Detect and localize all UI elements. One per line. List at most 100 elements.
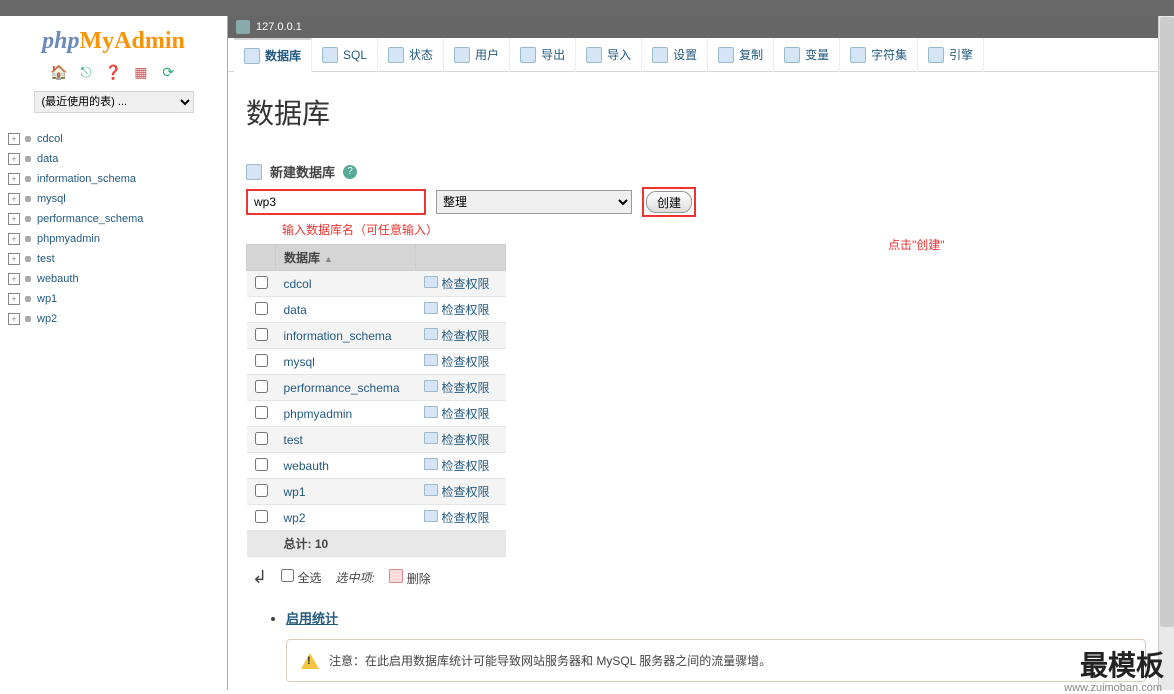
check-priv-link[interactable]: 检查权限 [416,427,506,453]
tree-db-test[interactable]: +test [8,249,227,269]
priv-icon [424,484,438,496]
expand-icon[interactable]: + [8,133,20,145]
priv-icon [424,510,438,522]
tab-SQL[interactable]: SQL [312,38,378,72]
db-link[interactable]: phpmyadmin [276,401,416,427]
table-row: wp1检查权限 [247,479,506,505]
enable-stats-link[interactable]: 启用统计 [286,611,338,626]
db-name-input[interactable] [246,189,426,215]
row-checkbox[interactable] [255,510,268,523]
db-link[interactable]: data [276,297,416,323]
check-all[interactable]: 全选 [281,569,321,586]
expand-icon[interactable]: + [8,153,20,165]
tab-用户[interactable]: 用户 [444,38,510,72]
reload-icon[interactable]: ⟳ [159,63,177,81]
expand-icon[interactable]: + [8,213,20,225]
expand-icon[interactable]: + [8,253,20,265]
db-link[interactable]: wp1 [276,479,416,505]
home-icon[interactable]: 🏠 [50,63,68,81]
check-priv-link[interactable]: 检查权限 [416,271,506,297]
row-checkbox[interactable] [255,302,268,315]
tab-状态[interactable]: 状态 [378,38,444,72]
check-priv-link[interactable]: 检查权限 [416,349,506,375]
tree-db-wp2[interactable]: +wp2 [8,309,227,329]
tree-db-mysql[interactable]: +mysql [8,189,227,209]
help-icon[interactable]: ? [343,165,357,179]
row-checkbox[interactable] [255,328,268,341]
tab-引擎[interactable]: 引擎 [918,38,984,72]
warning-box: 注意：在此启用数据库统计可能导致网站服务器和 MySQL 服务器之间的流量骤增。 [286,639,1146,682]
expand-icon[interactable]: + [8,173,20,185]
tab-字符集[interactable]: 字符集 [840,38,918,72]
table-row: mysql检查权限 [247,349,506,375]
vertical-scrollbar[interactable] [1158,16,1174,690]
expand-icon[interactable]: + [8,273,20,285]
row-checkbox[interactable] [255,406,268,419]
db-link[interactable]: performance_schema [276,375,416,401]
table-row: information_schema检查权限 [247,323,506,349]
check-priv-link[interactable]: 检查权限 [416,401,506,427]
db-icon [25,276,31,282]
row-checkbox[interactable] [255,484,268,497]
tree-db-information_schema[interactable]: +information_schema [8,169,227,189]
table-row: data检查权限 [247,297,506,323]
tab-icon [388,47,404,63]
check-all-checkbox[interactable] [281,569,294,582]
tab-复制[interactable]: 复制 [708,38,774,72]
col-database[interactable]: 数据库 [284,251,320,265]
row-checkbox[interactable] [255,354,268,367]
server-name[interactable]: 127.0.0.1 [256,16,302,38]
db-link[interactable]: mysql [276,349,416,375]
tab-icon [718,47,734,63]
tab-设置[interactable]: 设置 [642,38,708,72]
logout-icon[interactable]: ⎋ [77,63,95,81]
sidebar: phpMyAdmin 🏠 ⎋ ❓ ▦ ⟳ (最近使用的表) ... +cdcol… [0,16,228,690]
check-priv-link[interactable]: 检查权限 [416,505,506,531]
sql-icon[interactable]: ▦ [132,63,150,81]
docs-icon[interactable]: ❓ [105,63,123,81]
tree-db-data[interactable]: +data [8,149,227,169]
table-row: wp2检查权限 [247,505,506,531]
db-link[interactable]: wp2 [276,505,416,531]
tab-icon [454,47,470,63]
db-link[interactable]: webauth [276,453,416,479]
check-priv-link[interactable]: 检查权限 [416,297,506,323]
annotation-button: 点击"创建" [888,236,945,253]
db-link[interactable]: test [276,427,416,453]
expand-icon[interactable]: + [8,293,20,305]
expand-icon[interactable]: + [8,193,20,205]
logo[interactable]: phpMyAdmin [0,28,227,55]
tab-变量[interactable]: 变量 [774,38,840,72]
warning-text: 注意：在此启用数据库统计可能导致网站服务器和 MySQL 服务器之间的流量骤增。 [329,652,771,669]
tree-db-performance_schema[interactable]: +performance_schema [8,209,227,229]
expand-icon[interactable]: + [8,233,20,245]
row-checkbox[interactable] [255,380,268,393]
priv-icon [424,328,438,340]
check-priv-link[interactable]: 检查权限 [416,323,506,349]
tree-db-wp1[interactable]: +wp1 [8,289,227,309]
tree-db-cdcol[interactable]: +cdcol [8,129,227,149]
row-checkbox[interactable] [255,458,268,471]
tab-导入[interactable]: 导入 [576,38,642,72]
check-priv-link[interactable]: 检查权限 [416,453,506,479]
tab-数据库[interactable]: 数据库 [234,38,312,72]
expand-icon[interactable]: + [8,313,20,325]
db-icon [25,236,31,242]
row-checkbox[interactable] [255,276,268,289]
check-priv-link[interactable]: 检查权限 [416,479,506,505]
recent-tables-select[interactable]: (最近使用的表) ... [34,91,194,113]
sort-asc-icon[interactable]: ▲ [324,254,333,264]
tab-导出[interactable]: 导出 [510,38,576,72]
tree-db-phpmyadmin[interactable]: +phpmyadmin [8,229,227,249]
tree-db-webauth[interactable]: +webauth [8,269,227,289]
db-link[interactable]: cdcol [276,271,416,297]
row-checkbox[interactable] [255,432,268,445]
db-icon [25,196,31,202]
check-priv-link[interactable]: 检查权限 [416,375,506,401]
collation-select[interactable]: 整理 [436,190,632,214]
delete-button[interactable]: 删除 [389,569,431,587]
priv-icon [424,406,438,418]
main-panel: 127.0.0.1 数据库SQL状态用户导出导入设置复制变量字符集引擎 数据库 … [228,16,1174,690]
create-button[interactable]: 创建 [646,191,692,213]
db-link[interactable]: information_schema [276,323,416,349]
